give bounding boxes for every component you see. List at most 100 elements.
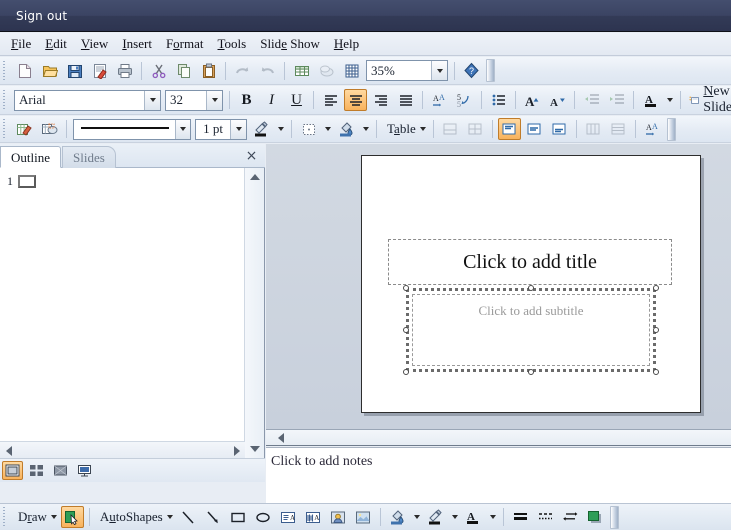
demote-icon[interactable]: [605, 89, 628, 111]
dash-style-icon[interactable]: [534, 506, 557, 528]
align-bottom-icon[interactable]: [548, 118, 571, 140]
menu-slide-show[interactable]: Slide Show: [253, 34, 327, 54]
resize-handle-w[interactable]: [403, 327, 409, 333]
new-icon[interactable]: [13, 60, 36, 82]
line-color-icon[interactable]: [250, 118, 273, 140]
autoshapes-menu-button[interactable]: AutoShapes: [94, 506, 176, 528]
redo-icon[interactable]: [256, 60, 279, 82]
font-color-dropdown-button[interactable]: [486, 506, 499, 528]
increase-font-size-icon[interactable]: A: [521, 89, 544, 111]
split-cells-icon[interactable]: [464, 118, 487, 140]
save-icon[interactable]: [63, 60, 86, 82]
toolbar-overflow-handle[interactable]: [486, 59, 495, 82]
toolbar-grip[interactable]: [2, 90, 9, 110]
oval-icon[interactable]: [252, 506, 275, 528]
notes-pane[interactable]: Click to add notes: [266, 447, 731, 503]
font-size-combo[interactable]: 32: [165, 89, 223, 111]
outline-horizontal-scrollbar[interactable]: [0, 441, 245, 458]
change-case-icon[interactable]: A A: [428, 89, 451, 111]
menu-view[interactable]: View: [74, 34, 115, 54]
font-name-dropdown-button[interactable]: [144, 90, 160, 110]
subtitle-placeholder[interactable]: Click to add subtitle: [412, 294, 650, 366]
line-style-dropdown-button[interactable]: [174, 119, 190, 139]
slide-canvas[interactable]: Click to add title Click to add subtitle: [361, 155, 701, 413]
scroll-right-icon[interactable]: [228, 442, 245, 459]
align-justify-icon[interactable]: [394, 89, 417, 111]
fill-color-icon[interactable]: [386, 506, 409, 528]
tab-outline[interactable]: Outline: [0, 146, 61, 168]
zoom-combo[interactable]: 35%: [366, 60, 448, 81]
publish-icon[interactable]: [88, 60, 111, 82]
decrease-font-size-icon[interactable]: A: [546, 89, 569, 111]
paste-icon[interactable]: [197, 60, 220, 82]
word-art-icon[interactable]: A: [302, 506, 325, 528]
align-middle-icon[interactable]: [523, 118, 546, 140]
fill-color-dropdown-button[interactable]: [410, 506, 423, 528]
insert-chart-icon[interactable]: [315, 60, 338, 82]
menu-insert[interactable]: Insert: [115, 34, 159, 54]
dash-style-dropdown-button[interactable]: [321, 118, 334, 140]
menu-file[interactable]: File: [4, 34, 38, 54]
distribute-rows-icon[interactable]: [607, 118, 630, 140]
resize-handle-ne[interactable]: [653, 285, 659, 291]
menu-help[interactable]: Help: [327, 34, 366, 54]
resize-handle-se[interactable]: [653, 369, 659, 375]
resize-handle-n[interactable]: [528, 285, 534, 291]
picture-effects-icon[interactable]: [38, 118, 61, 140]
bullets-icon[interactable]: [487, 89, 510, 111]
draw-menu-button[interactable]: Draw: [12, 506, 60, 528]
sign-out-link[interactable]: Sign out: [16, 9, 67, 23]
line-weight-dropdown-button[interactable]: [230, 119, 246, 139]
line-style-combo[interactable]: [73, 118, 191, 140]
resize-handle-nw[interactable]: [403, 285, 409, 291]
line-style-icon[interactable]: [509, 506, 532, 528]
menu-edit[interactable]: Edit: [38, 34, 74, 54]
help-icon[interactable]: ?: [460, 60, 483, 82]
rectangle-icon[interactable]: [227, 506, 250, 528]
scroll-up-icon[interactable]: [245, 168, 265, 186]
copy-icon[interactable]: [172, 60, 195, 82]
resize-handle-e[interactable]: [653, 327, 659, 333]
toolbar-overflow-handle[interactable]: [609, 505, 619, 529]
cut-icon[interactable]: [147, 60, 170, 82]
title-placeholder[interactable]: Click to add title: [388, 239, 672, 285]
arrow-style-icon[interactable]: [559, 506, 582, 528]
notes-view-button[interactable]: [50, 461, 71, 480]
line-icon[interactable]: [177, 506, 200, 528]
toolbar-grip[interactable]: [2, 119, 9, 139]
align-left-icon[interactable]: [319, 89, 342, 111]
close-icon[interactable]: ×: [244, 148, 259, 164]
font-color-icon[interactable]: A: [462, 506, 485, 528]
align-top-icon[interactable]: [497, 118, 521, 140]
open-icon[interactable]: [38, 60, 61, 82]
merge-cells-icon[interactable]: [439, 118, 462, 140]
menu-tools[interactable]: Tools: [211, 34, 254, 54]
table-menu-button[interactable]: Table: [381, 118, 429, 140]
insert-table-icon[interactable]: [290, 60, 313, 82]
outline-content[interactable]: 1: [0, 168, 245, 458]
slide-sorter-view-button[interactable]: [26, 461, 47, 480]
font-name-combo[interactable]: Arial: [14, 89, 161, 111]
align-right-icon[interactable]: [369, 89, 392, 111]
font-color-dropdown-button[interactable]: [663, 89, 676, 111]
line-color-dropdown-button[interactable]: [274, 118, 287, 140]
resize-handle-sw[interactable]: [403, 369, 409, 375]
select-objects-icon[interactable]: [60, 506, 84, 528]
text-box-icon[interactable]: A: [277, 506, 300, 528]
italic-button[interactable]: I: [260, 89, 283, 111]
fill-color-dropdown-button[interactable]: [359, 118, 372, 140]
tab-slides[interactable]: Slides: [62, 146, 116, 168]
text-direction-icon[interactable]: A A: [641, 118, 664, 140]
new-slide-button[interactable]: New Slide: [685, 82, 731, 118]
fill-color-icon[interactable]: [335, 118, 358, 140]
toolbar-grip[interactable]: [2, 507, 9, 527]
align-center-icon[interactable]: [344, 89, 367, 111]
undo-icon[interactable]: [231, 60, 254, 82]
line-color-dropdown-button[interactable]: [448, 506, 461, 528]
line-weight-combo[interactable]: 1 pt: [195, 118, 247, 140]
distribute-columns-icon[interactable]: [582, 118, 605, 140]
font-size-dropdown-button[interactable]: [206, 90, 222, 110]
shadow-style-icon[interactable]: [584, 506, 607, 528]
menu-format[interactable]: Format: [159, 34, 211, 54]
resize-handle-s[interactable]: [528, 369, 534, 375]
